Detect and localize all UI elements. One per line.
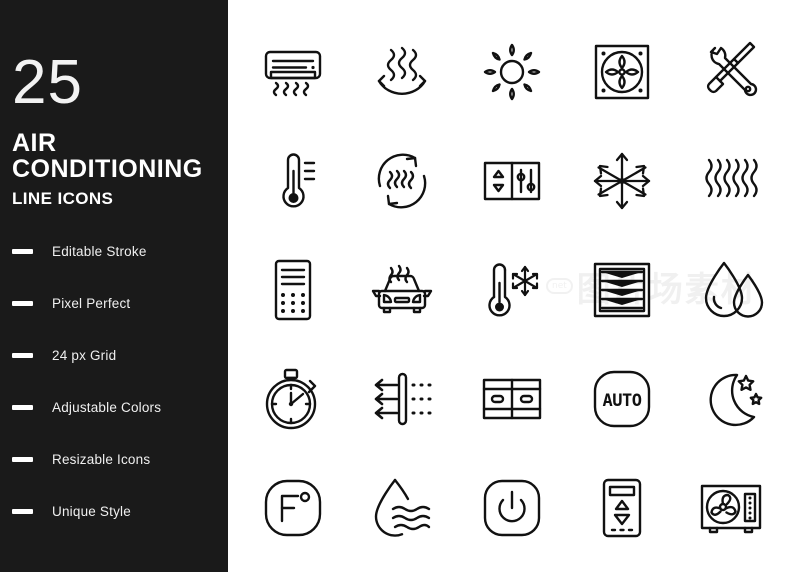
- dash-bullet-icon: [12, 248, 33, 254]
- icon-count: 25: [12, 48, 83, 117]
- icon-cell[interactable]: [457, 236, 567, 345]
- icon-cell[interactable]: [348, 127, 458, 236]
- icon-cell[interactable]: [348, 344, 458, 453]
- icon-cell[interactable]: [567, 453, 677, 562]
- brand-block: 25 AIR CONDITIONING LINE ICONS: [12, 52, 220, 209]
- feature-item-adjustable-colors: Adjustable Colors: [12, 389, 222, 425]
- icon-cell[interactable]: [238, 18, 348, 127]
- icon-cell[interactable]: [457, 18, 567, 127]
- icon-grid-area: net 图片场素材 AUTO: [228, 0, 800, 572]
- auto-mode-label: AUTO: [602, 391, 641, 411]
- air-conditioner-unit-icon: [264, 51, 321, 97]
- heat-wave-airflow-icon: [378, 47, 427, 96]
- page-title: AIR CONDITIONING: [12, 130, 220, 182]
- wrench-screwdriver-repair-icon: [707, 42, 758, 97]
- icon-set-page: 25 AIR CONDITIONING LINE ICONS Editable …: [0, 0, 800, 572]
- dash-bullet-icon: [12, 456, 33, 462]
- icon-cell[interactable]: [676, 236, 786, 345]
- dash-bullet-icon: [12, 300, 33, 306]
- feature-label: Pixel Perfect: [52, 295, 131, 311]
- double-grille-vent-icon: [482, 378, 542, 419]
- icon-cell[interactable]: [238, 344, 348, 453]
- page-subtitle: LINE ICONS: [12, 189, 114, 208]
- car-air-conditioning-icon: [372, 264, 433, 314]
- icon-cell[interactable]: [676, 453, 786, 562]
- thermostat-icon: [602, 478, 641, 537]
- dash-bullet-icon: [12, 352, 33, 358]
- icon-cell[interactable]: AUTO: [567, 344, 677, 453]
- feature-item-unique-style: Unique Style: [12, 493, 222, 529]
- feature-item-resizable-icons: Resizable Icons: [12, 441, 222, 477]
- icon-cell[interactable]: [567, 236, 677, 345]
- icon-cell[interactable]: [348, 18, 458, 127]
- air-filter-icon: [375, 372, 432, 425]
- feature-item-pixel-perfect: Pixel Perfect: [12, 285, 222, 321]
- icon-cell[interactable]: [457, 453, 567, 562]
- feature-label: 24 px Grid: [52, 347, 117, 363]
- feature-item-24px-grid: 24 px Grid: [12, 337, 222, 373]
- sidebar: 25 AIR CONDITIONING LINE ICONS Editable …: [0, 0, 228, 572]
- icon-grid: AUTO: [238, 18, 786, 562]
- timer-stopwatch-icon: [265, 368, 316, 429]
- feature-label: Resizable Icons: [52, 451, 151, 467]
- icon-cell[interactable]: [676, 344, 786, 453]
- icon-cell[interactable]: [567, 127, 677, 236]
- auto-mode-icon: AUTO: [593, 370, 650, 427]
- feature-label: Unique Style: [52, 503, 131, 519]
- icon-cell[interactable]: [238, 236, 348, 345]
- thermometer-cold-icon: [488, 263, 539, 317]
- control-panel-icon: [483, 161, 541, 201]
- snowflake-icon: [593, 153, 650, 210]
- icon-cell[interactable]: [348, 453, 458, 562]
- icon-cell[interactable]: [238, 127, 348, 236]
- icon-cell[interactable]: [457, 344, 567, 453]
- icon-cell[interactable]: [567, 18, 677, 127]
- icon-cell[interactable]: [348, 236, 458, 345]
- feature-label: Adjustable Colors: [52, 399, 162, 415]
- feature-list: Editable Stroke Pixel Perfect 24 px Grid…: [12, 233, 222, 545]
- air-vent-louver-icon: [593, 262, 650, 318]
- feature-item-editable-stroke: Editable Stroke: [12, 233, 222, 269]
- remote-control-icon: [274, 259, 311, 321]
- outdoor-condenser-unit-icon: [700, 484, 762, 533]
- ventilation-fan-panel-icon: [594, 45, 649, 100]
- page-title-line1: AIR: [12, 129, 57, 157]
- icon-cell[interactable]: [457, 127, 567, 236]
- dash-bullet-icon: [12, 508, 33, 514]
- icon-cell[interactable]: [238, 453, 348, 562]
- humidity-drop-icon: [375, 478, 431, 537]
- air-circulation-icon: [378, 153, 427, 209]
- thermometer-icon: [282, 153, 315, 208]
- heat-waves-icon: [705, 158, 758, 198]
- icon-cell[interactable]: [676, 127, 786, 236]
- feature-label: Editable Stroke: [52, 243, 147, 259]
- icon-cell[interactable]: [676, 18, 786, 127]
- power-button-icon: [483, 479, 541, 536]
- fahrenheit-degree-icon: [264, 479, 321, 536]
- sun-icon: [483, 44, 541, 101]
- dash-bullet-icon: [12, 404, 33, 410]
- page-title-line2: CONDITIONING: [12, 155, 203, 183]
- night-mode-moon-icon: [709, 373, 763, 426]
- water-drops-icon: [704, 261, 764, 318]
